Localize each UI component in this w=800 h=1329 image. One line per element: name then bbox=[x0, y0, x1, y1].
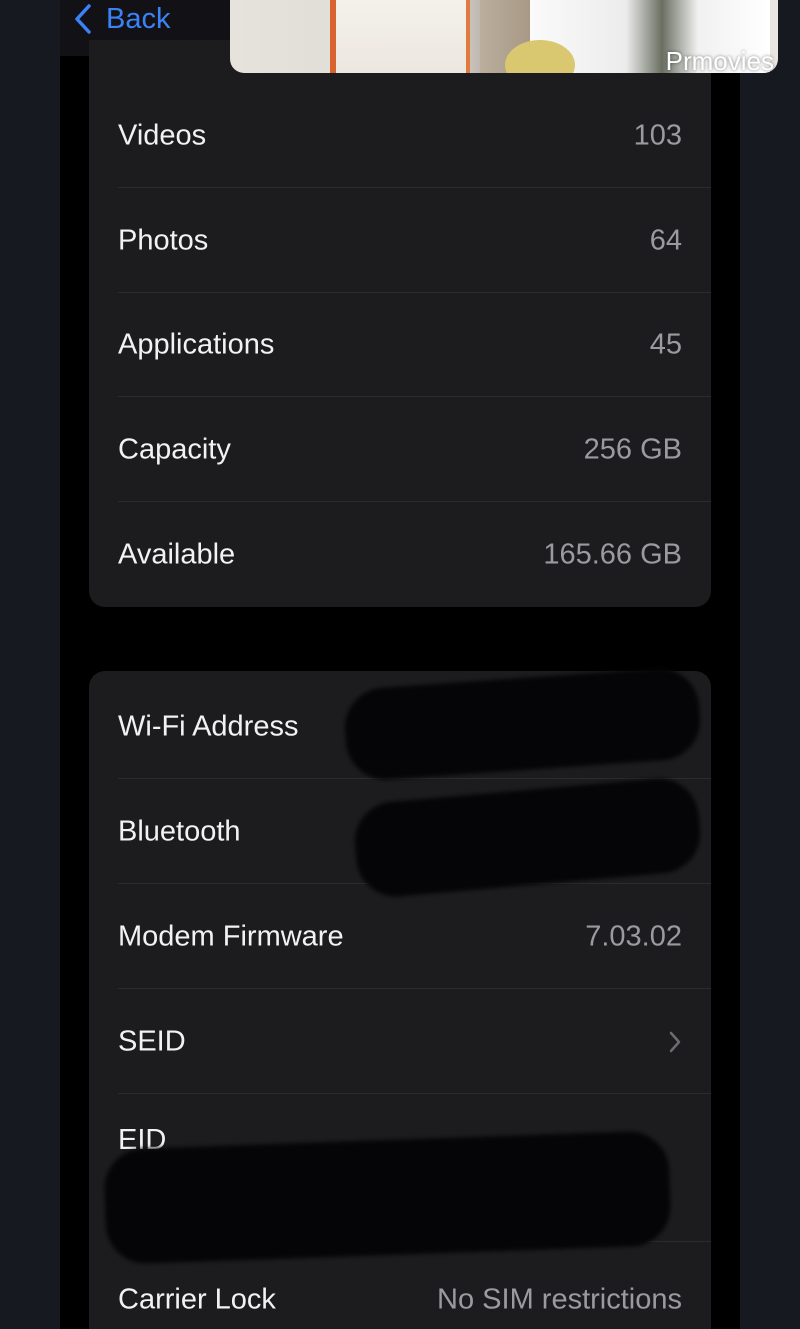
row-label: Bluetooth bbox=[118, 815, 241, 847]
row-capacity: Capacity 256 GB bbox=[89, 397, 711, 502]
row-value: 165.66 GB bbox=[543, 538, 682, 570]
row-value: 7.03.02 bbox=[585, 920, 682, 952]
row-label: SEID bbox=[118, 1025, 186, 1057]
row-value: 64 bbox=[649, 224, 682, 256]
pip-video-overlay[interactable]: Prmovies bbox=[230, 0, 778, 73]
row-label: Applications bbox=[118, 328, 275, 360]
row-value: 45 bbox=[649, 328, 682, 360]
row-label: Capacity bbox=[118, 433, 231, 465]
row-available: Available 165.66 GB bbox=[89, 502, 711, 607]
row-applications: Applications 45 bbox=[89, 292, 711, 397]
storage-info-group: Videos 103 Photos 64 Applications 45 Cap… bbox=[89, 40, 711, 607]
row-value: No SIM restrictions bbox=[437, 1283, 682, 1315]
video-watermark: Prmovies bbox=[665, 46, 774, 73]
chevron-left-icon bbox=[75, 4, 91, 34]
chevron-right-icon bbox=[669, 1031, 681, 1052]
row-label: Carrier Lock bbox=[118, 1283, 276, 1315]
row-value: 256 GB bbox=[583, 433, 682, 465]
row-photos: Photos 64 bbox=[89, 188, 711, 293]
row-label: Videos bbox=[118, 119, 207, 151]
stage: Back Videos 103 Photos 64 Applications 4… bbox=[0, 0, 800, 1329]
back-button[interactable]: Back bbox=[74, 0, 170, 38]
row-label: Available bbox=[118, 538, 236, 570]
row-seid[interactable]: SEID bbox=[89, 989, 711, 1094]
redaction-mark bbox=[103, 1130, 672, 1265]
video-frame-figure bbox=[330, 0, 470, 73]
row-label: Wi-Fi Address bbox=[118, 710, 299, 742]
row-modem-firmware: Modem Firmware 7.03.02 bbox=[89, 884, 711, 989]
row-label: Photos bbox=[118, 224, 209, 256]
row-value: 103 bbox=[633, 119, 682, 151]
back-label: Back bbox=[106, 2, 171, 35]
row-label: Modem Firmware bbox=[118, 920, 344, 952]
row-videos: Videos 103 bbox=[89, 83, 711, 188]
